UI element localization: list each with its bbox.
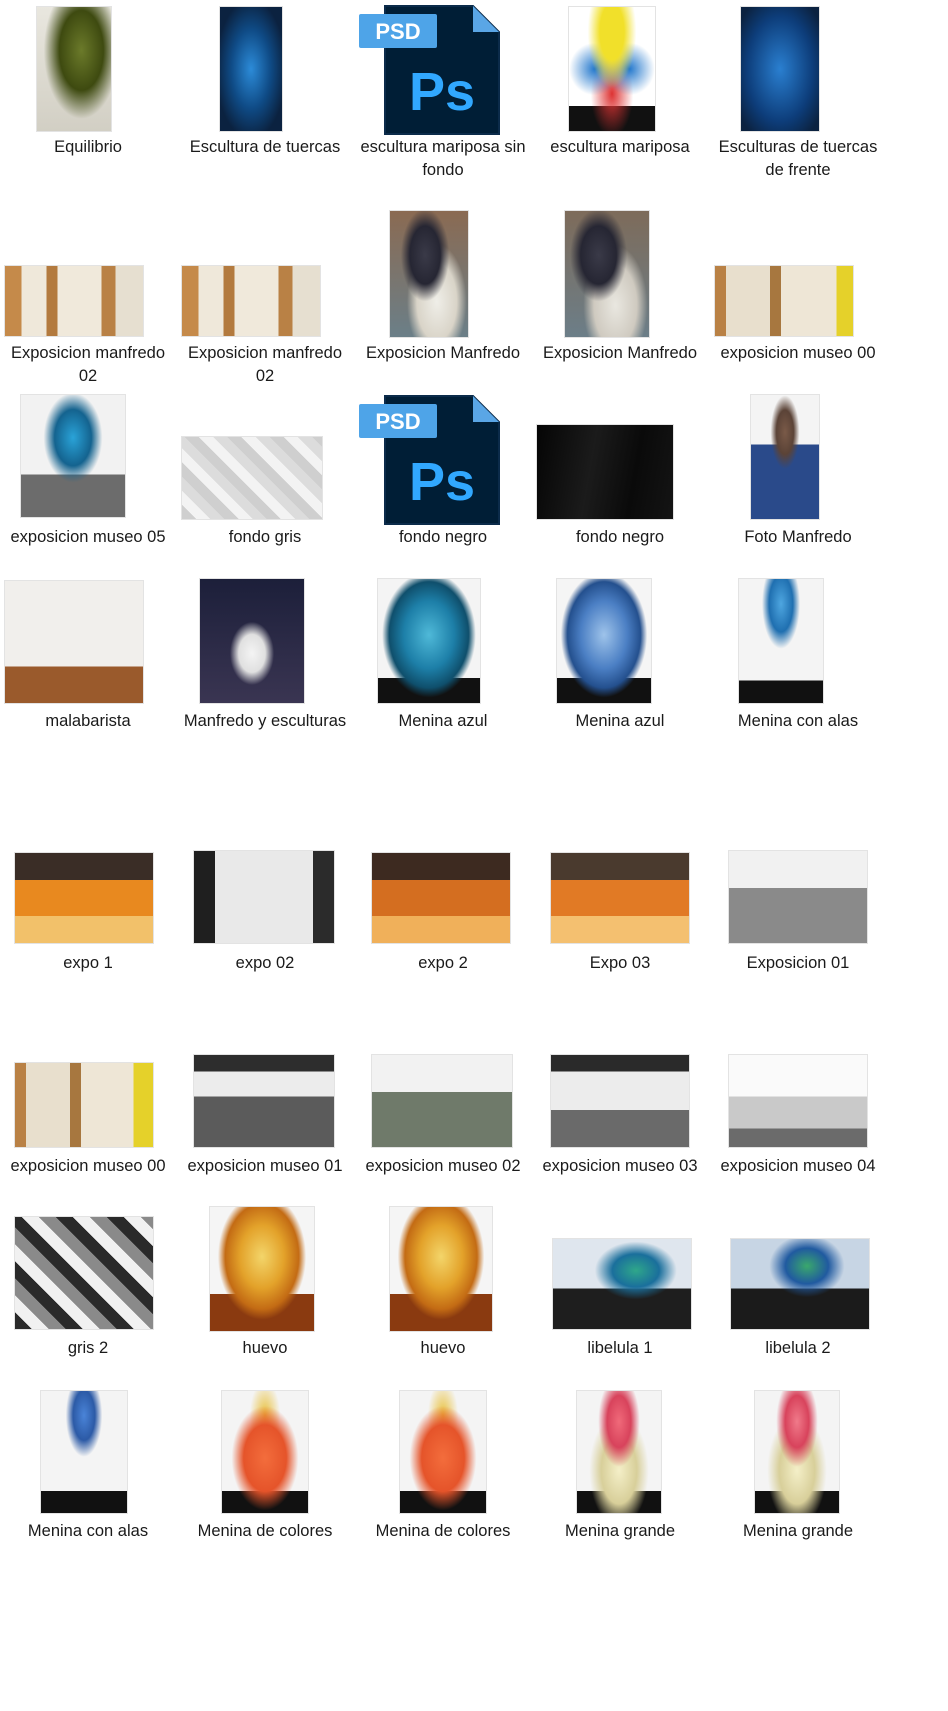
gallery-thumbnail [371, 1054, 513, 1148]
file-name-label: malabarista [45, 712, 131, 730]
sculpture-thumbnail [209, 1206, 315, 1332]
portrait-thumbnail [750, 394, 820, 520]
file-name-label: Manfredo y esculturas [183, 712, 347, 730]
file-name-label: exposicion museo 03 [542, 1157, 698, 1175]
file-name-label: Menina grande [564, 1522, 676, 1540]
file-name-label: Exposicion manfredo 02 [187, 344, 343, 385]
file-name-label: fondo negro [398, 528, 488, 546]
sculpture-thumbnail [754, 1390, 840, 1514]
sculpture-thumbnail [40, 1390, 128, 1514]
portrait-thumbnail [389, 210, 469, 338]
file-name-label: Menina con alas [737, 712, 859, 730]
gallery-thumbnail [14, 1062, 154, 1148]
sculpture-thumbnail [4, 580, 144, 704]
file-name-label: expo 2 [418, 954, 468, 972]
portrait-thumbnail [199, 578, 305, 704]
sculpture-thumbnail [221, 1390, 309, 1514]
sculpture-thumbnail [20, 394, 126, 518]
file-name-label: exposicion museo 01 [187, 1157, 343, 1175]
file-name-label: Menina de colores [375, 1522, 511, 1540]
ps-letters: Ps [409, 62, 475, 122]
gallery-thumbnail [550, 1054, 690, 1148]
sculpture-thumbnail [552, 1238, 692, 1330]
file-name-label: Menina azul [575, 712, 665, 730]
file-name-label: Exposicion manfredo 02 [10, 344, 166, 385]
gallery-thumbnail [193, 850, 335, 944]
file-name-label: expo 1 [63, 954, 113, 972]
file-name-label: escultura mariposa sin fondo [360, 138, 526, 179]
file-name-label: exposicion museo 02 [365, 1157, 521, 1175]
sculpture-thumbnail [36, 6, 112, 132]
file-name-label: gris 2 [67, 1339, 109, 1357]
file-name-label: libelula 1 [587, 1339, 653, 1357]
file-name-label: libelula 2 [765, 1339, 831, 1357]
sculpture-thumbnail [389, 1206, 493, 1332]
photoshop-file-icon: PSD Ps [357, 392, 505, 532]
gallery-thumbnail [550, 852, 690, 944]
file-name-label: Menina grande [742, 1522, 854, 1540]
sculpture-thumbnail [399, 1390, 487, 1514]
file-name-label: Exposicion Manfredo [542, 344, 698, 362]
background-thumbnail [536, 424, 674, 520]
file-name-label: exposicion museo 00 [10, 1157, 166, 1175]
file-name-label: expo 02 [235, 954, 295, 972]
file-name-label: Menina de colores [197, 1522, 333, 1540]
gallery-thumbnail [728, 850, 868, 944]
background-thumbnail [181, 436, 323, 520]
file-name-label: huevo [242, 1339, 288, 1357]
sculpture-thumbnail [738, 578, 824, 704]
photoshop-file-icon: PSD Ps [357, 2, 505, 142]
gallery-thumbnail [14, 852, 154, 944]
file-name-label: exposicion museo 00 [720, 344, 876, 362]
gallery-thumbnail [193, 1054, 335, 1148]
file-name-label: huevo [420, 1339, 466, 1357]
gallery-thumbnail [728, 1054, 868, 1148]
gallery-thumbnail [714, 265, 854, 337]
file-name-label: fondo gris [228, 528, 302, 546]
file-name-label: Menina con alas [27, 1522, 149, 1540]
ps-letters: Ps [409, 452, 475, 512]
file-name-label: Esculturas de tuercas de frente [718, 138, 878, 179]
file-name-label: Exposicion Manfredo [365, 344, 521, 362]
file-name-label: Menina azul [398, 712, 488, 730]
file-name-label: Equilibrio [54, 138, 122, 156]
background-thumbnail [14, 1216, 154, 1330]
sculpture-thumbnail [219, 6, 283, 132]
psd-badge-text: PSD [375, 19, 420, 44]
sculpture-thumbnail [556, 578, 652, 704]
gallery-thumbnail [181, 265, 321, 337]
file-name-label: escultura mariposa [550, 138, 690, 156]
gallery-thumbnail [371, 852, 511, 944]
portrait-thumbnail [564, 210, 650, 338]
sculpture-thumbnail [377, 578, 481, 704]
file-name-label: exposicion museo 05 [10, 528, 166, 546]
psd-badge-text: PSD [375, 409, 420, 434]
file-name-label: Expo 03 [589, 954, 651, 972]
sculpture-thumbnail [730, 1238, 870, 1330]
file-name-label: Exposicion 01 [746, 954, 850, 972]
file-name-label: exposicion museo 04 [720, 1157, 876, 1175]
sculpture-thumbnail [576, 1390, 662, 1514]
gallery-thumbnail [4, 265, 144, 337]
file-name-label: fondo negro [575, 528, 665, 546]
file-name-label: Foto Manfredo [744, 528, 852, 546]
sculpture-thumbnail [568, 6, 656, 132]
file-name-label: Escultura de tuercas [189, 138, 341, 156]
sculpture-thumbnail [740, 6, 820, 132]
